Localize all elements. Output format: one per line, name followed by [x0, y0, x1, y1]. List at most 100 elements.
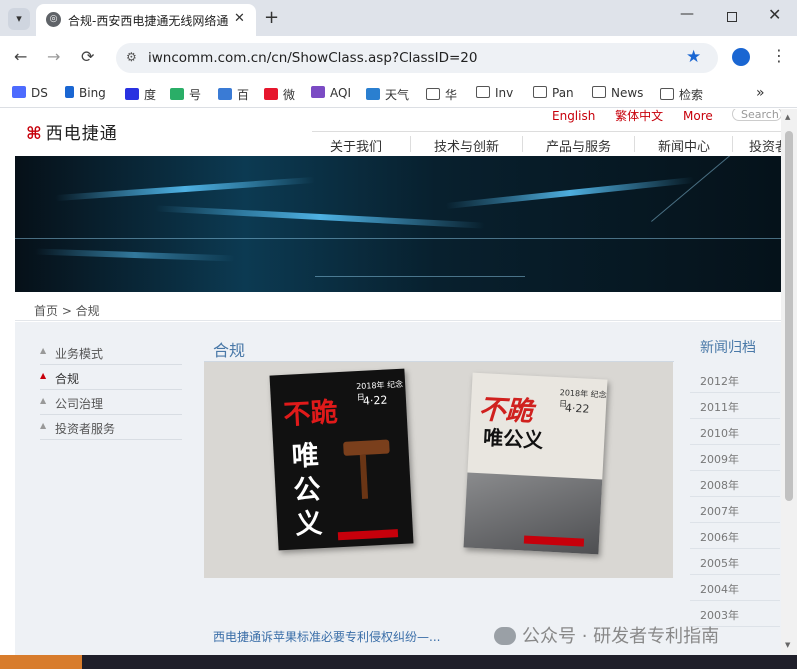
magazine-strip	[337, 529, 399, 541]
baidu-icon	[125, 88, 139, 100]
weibo-icon	[264, 88, 278, 100]
bookmark-aqi[interactable]: AQI	[311, 86, 351, 100]
url-text[interactable]: iwncomm.com.cn/cn/ShowClass.asp?ClassID=…	[148, 50, 477, 66]
logo-mark-icon: ⌘	[26, 124, 43, 144]
archive-year-link[interactable]: 2012年	[690, 367, 780, 393]
browser-toolbar: ← → ⟳ ⚙ iwncomm.com.cn/cn/ShowClass.asp?…	[0, 36, 797, 80]
nav-technology[interactable]: 技术与创新	[434, 136, 499, 155]
bookmark-folder-pan[interactable]: Pan	[533, 86, 574, 100]
back-button[interactable]: ←	[14, 47, 27, 66]
bookmark-folder-hua[interactable]: 华	[426, 86, 457, 103]
lang-traditional-link[interactable]: 繁体中文	[615, 109, 663, 123]
archive-title: 新闻归档	[700, 340, 756, 356]
site-logo[interactable]: ⌘ 西电捷通	[26, 119, 118, 144]
bookmark-weibo[interactable]: 微	[264, 86, 295, 103]
folder-icon	[476, 86, 490, 98]
archive-year-link[interactable]: 2010年	[690, 419, 780, 445]
bookmark-weather[interactable]: 天气	[366, 86, 409, 103]
folder-icon	[426, 88, 440, 100]
folder-icon	[660, 88, 674, 100]
profile-avatar-icon[interactable]	[732, 48, 750, 66]
wechat-icon	[494, 627, 516, 645]
side-item-governance[interactable]: ▲ 公司治理	[40, 391, 182, 415]
wechat-channels-icon	[170, 88, 184, 100]
vertical-scrollbar[interactable]: ▲ ▼	[781, 109, 797, 655]
archive-year-link[interactable]: 2008年	[690, 471, 780, 497]
folder-icon	[592, 86, 606, 98]
bookmarks-overflow-icon[interactable]: »	[756, 85, 765, 101]
nav-news[interactable]: 新闻中心	[658, 136, 710, 155]
triangle-icon: ▲	[40, 371, 47, 380]
magazine-cover-left: 不跪 2018年 纪念日 4·22 唯 公 义	[269, 368, 414, 551]
article-link[interactable]: 西电捷通诉苹果标准必要专利侵权纠纷—...	[213, 628, 440, 645]
banner-line	[15, 238, 781, 239]
bookmark-folder-inv[interactable]: Inv	[476, 86, 513, 100]
side-item-business-model[interactable]: ▲ 业务模式	[40, 341, 182, 365]
bookmark-bing[interactable]: Bing	[65, 86, 106, 100]
nav-divider	[522, 136, 523, 152]
archive-year-link[interactable]: 2006年	[690, 523, 780, 549]
banner-light-streak	[55, 176, 315, 202]
magazine-cover-right: 不跪 2018年 纪念日 4·22 唯公义	[463, 372, 608, 555]
more-menu-icon[interactable]: ⋮	[771, 46, 787, 65]
archive-year-link[interactable]: 2004年	[690, 575, 780, 601]
minimize-button[interactable]: —	[680, 6, 694, 22]
nav-divider	[732, 136, 733, 152]
gavel-icon	[343, 439, 390, 456]
watermark: 公众号 · 研发者专利指南	[494, 622, 719, 648]
archive-year-link[interactable]: 2007年	[690, 497, 780, 523]
browser-window: ▾ ◎ 合规-西安西电捷通无线网络通 ✕ + — ✕ ← → ⟳ ⚙ iwnco…	[0, 0, 797, 669]
aqi-icon	[311, 86, 325, 98]
tab-search-icon[interactable]: ▾	[8, 8, 30, 30]
bookmark-baike[interactable]: 百	[218, 86, 249, 103]
bookmark-baidu[interactable]: 度	[125, 86, 156, 103]
bookmark-ds[interactable]: DS	[12, 86, 48, 100]
bookmark-channels[interactable]: 号	[170, 86, 201, 103]
nav-about[interactable]: 关于我们	[330, 136, 382, 155]
globe-icon: ◎	[46, 12, 61, 27]
close-window-button[interactable]: ✕	[768, 5, 781, 24]
bookmark-folder-news[interactable]: News	[592, 86, 643, 100]
bookmarks-bar: DS Bing 度 号 百 微 AQI 天气 华 Inv Pan News 检索…	[0, 80, 797, 108]
bookmark-star-icon[interactable]: ★	[686, 47, 701, 67]
page-viewport: ⌘ 西电捷通 English 繁体中文 More Search 关于我们 技术与创…	[0, 109, 797, 655]
weather-icon	[366, 88, 380, 100]
forward-button[interactable]: →	[47, 47, 60, 66]
tab-strip: ▾ ◎ 合规-西安西电捷通无线网络通 ✕ + — ✕	[0, 0, 797, 36]
main-nav: 关于我们 技术与创新 产品与服务 新闻中心 投资者	[312, 131, 788, 157]
site-info-icon[interactable]: ⚙	[126, 50, 137, 64]
breadcrumb[interactable]: 首页 > 合规	[34, 302, 100, 319]
banner-light-streak	[34, 248, 236, 262]
banner-line	[315, 276, 525, 277]
banner-light-streak	[155, 205, 485, 229]
archive-year-link[interactable]: 2009年	[690, 445, 780, 471]
deepseek-icon	[12, 86, 26, 98]
gavel-handle	[359, 454, 369, 499]
archive-year-link[interactable]: 2011年	[690, 393, 780, 419]
maximize-button[interactable]	[727, 12, 737, 22]
lang-english-link[interactable]: English	[552, 109, 595, 123]
compliance-photo: 不跪 2018年 纪念日 4·22 唯 公 义 不跪 2018年 纪念日 4·2…	[204, 362, 673, 578]
breadcrumb-divider	[15, 320, 781, 321]
new-tab-button[interactable]: +	[264, 7, 279, 28]
reload-button[interactable]: ⟳	[81, 47, 94, 66]
page-title: 合规	[213, 341, 246, 360]
folder-icon	[533, 86, 547, 98]
taskbar-item[interactable]	[0, 655, 82, 669]
site-search-input[interactable]: Search	[732, 109, 782, 121]
active-tab[interactable]: ◎ 合规-西安西电捷通无线网络通 ✕	[36, 4, 256, 36]
side-item-investor-services[interactable]: ▲ 投资者服务	[40, 416, 182, 440]
archive-year-link[interactable]: 2005年	[690, 549, 780, 575]
tab-close-icon[interactable]: ✕	[234, 11, 245, 26]
scroll-up-icon[interactable]: ▲	[785, 113, 790, 121]
lang-more-link[interactable]: More	[683, 109, 713, 123]
nav-products[interactable]: 产品与服务	[546, 136, 611, 155]
banner-light-streak	[445, 176, 695, 210]
tab-title: 合规-西安西电捷通无线网络通	[68, 14, 228, 28]
triangle-icon: ▲	[40, 346, 47, 355]
scrollbar-thumb[interactable]	[785, 131, 793, 501]
side-item-compliance[interactable]: ▲ 合规	[40, 366, 182, 390]
scroll-down-icon[interactable]: ▼	[785, 641, 790, 649]
bookmark-folder-search[interactable]: 检索	[660, 86, 703, 103]
address-bar[interactable]: ⚙ iwncomm.com.cn/cn/ShowClass.asp?ClassI…	[116, 43, 718, 73]
